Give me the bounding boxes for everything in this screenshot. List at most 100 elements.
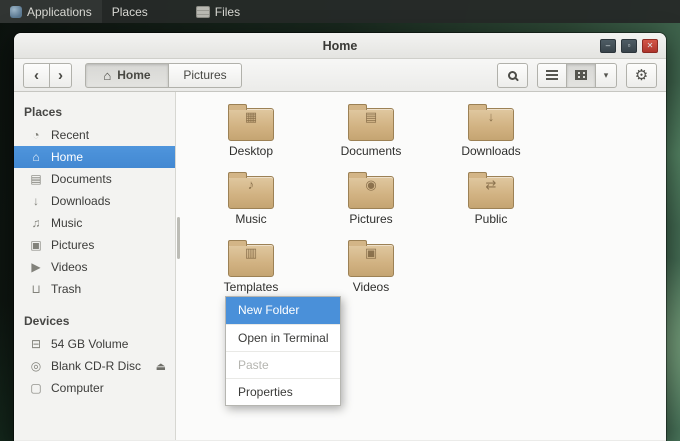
sidebar-heading-devices: Devices xyxy=(24,314,70,328)
files-icon xyxy=(195,5,210,18)
folder-templates[interactable]: ▥ Templates xyxy=(191,238,311,298)
folder-label: Desktop xyxy=(228,144,274,158)
sidebar-item-downloads[interactable]: ↓ Downloads xyxy=(14,190,175,212)
folder-downloads[interactable]: ↓ Downloads xyxy=(431,102,551,162)
sidebar-item-pictures[interactable]: ▣ Pictures xyxy=(14,234,175,256)
settings-button[interactable]: ⚙ xyxy=(626,62,657,88)
sidebar-item-music[interactable]: ♫ Music xyxy=(14,212,175,234)
sidebar-item-home[interactable]: ⌂ Home xyxy=(14,146,175,168)
optical-disc-icon: ◎ xyxy=(30,359,42,373)
list-view-button[interactable] xyxy=(537,62,567,88)
harddisk-icon: ⊟ xyxy=(30,337,42,351)
search-icon xyxy=(508,70,517,80)
folder-label: Videos xyxy=(352,280,390,294)
top-panel: Applications Places Files xyxy=(0,0,680,23)
gear-icon: ⚙ xyxy=(634,67,649,84)
close-button[interactable]: ✕ xyxy=(642,39,658,53)
window-title: Home xyxy=(322,39,358,53)
places-menu-label: Places xyxy=(111,4,148,19)
computer-icon: ▢ xyxy=(30,381,42,395)
folder-label: Downloads xyxy=(461,144,521,158)
breadcrumb-home-label: Home xyxy=(117,68,151,82)
chevron-down-icon: ▾ xyxy=(603,69,609,80)
folder-desktop[interactable]: ▦ Desktop xyxy=(191,102,311,162)
folder-label: Music xyxy=(235,212,267,226)
window-controls: – ▫ ✕ xyxy=(600,39,658,53)
files-window: Home – ▫ ✕ ‹ › ⌂ Home Pictures ▾ ⚙ Place… xyxy=(14,33,666,441)
toolbar: ‹ › ⌂ Home Pictures ▾ ⚙ xyxy=(14,59,666,92)
folder-documents[interactable]: ▤ Documents xyxy=(311,102,431,162)
documents-icon: ▤ xyxy=(30,172,42,186)
folder-public[interactable]: ⇄ Public xyxy=(431,170,551,230)
sidebar-heading-places: Places xyxy=(24,105,63,119)
sidebar-item-videos[interactable]: ▶ Videos xyxy=(14,256,175,278)
search-button[interactable] xyxy=(497,62,528,88)
sidebar-item-label: Computer xyxy=(51,381,104,395)
eject-icon[interactable]: ⏏ xyxy=(156,360,166,373)
sidebar-item-label: Blank CD-R Disc xyxy=(51,359,142,373)
home-icon: ⌂ xyxy=(103,67,112,83)
folder-icon: ♪ xyxy=(227,170,275,210)
folder-music[interactable]: ♪ Music xyxy=(191,170,311,230)
places-menu[interactable]: Places xyxy=(102,0,158,23)
menu-item-new-folder[interactable]: New Folder xyxy=(226,297,340,324)
applications-menu[interactable]: Applications xyxy=(0,0,102,23)
applications-icon xyxy=(10,5,22,18)
toolbar-right: ▾ ⚙ xyxy=(497,62,657,88)
sidebar-item-recent[interactable]: ◔ Recent xyxy=(14,124,175,146)
sidebar-item-computer[interactable]: ▢ Computer xyxy=(14,377,175,399)
active-app-indicator[interactable]: Files xyxy=(186,0,250,23)
folder-videos[interactable]: ▣ Videos xyxy=(311,238,431,298)
scrollbar-thumb[interactable] xyxy=(177,217,180,259)
music-icon: ♫ xyxy=(31,216,41,230)
sidebar-item-label: Trash xyxy=(51,282,82,296)
grid-view-icon xyxy=(575,70,587,80)
trash-icon: ⊔ xyxy=(31,282,41,296)
sidebar-item-label: Downloads xyxy=(51,194,111,208)
minimize-button[interactable]: – xyxy=(600,39,616,53)
files-grid: ▦ Desktop ▤ Documents ↓ Downloads ♪ Musi… xyxy=(191,102,666,298)
sidebar-item-label: Documents xyxy=(51,172,112,186)
menu-item-properties[interactable]: Properties xyxy=(226,378,340,405)
titlebar[interactable]: Home – ▫ ✕ xyxy=(14,33,666,59)
applications-menu-label: Applications xyxy=(27,4,92,19)
pictures-icon: ▣ xyxy=(30,238,42,252)
folder-icon: ▣ xyxy=(347,238,395,278)
menu-item-open-in-terminal[interactable]: Open in Terminal xyxy=(226,324,340,351)
breadcrumb: ⌂ Home Pictures xyxy=(85,62,242,88)
back-button[interactable]: ‹ xyxy=(23,62,50,88)
sidebar-item-blank-cdr-disc[interactable]: ◎ Blank CD-R Disc ⏏ xyxy=(14,355,175,377)
folder-icon: ▥ xyxy=(227,238,275,278)
home-icon: ⌂ xyxy=(32,150,40,164)
sidebar-item-label: Recent xyxy=(51,128,90,142)
context-menu: New Folder Open in Terminal Paste Proper… xyxy=(225,296,341,406)
recent-icon: ◔ xyxy=(32,128,40,142)
sidebar-item-trash[interactable]: ⊔ Trash xyxy=(14,278,175,300)
videos-icon: ▶ xyxy=(31,260,41,274)
sidebar-item-label: Home xyxy=(51,150,84,164)
folder-label: Public xyxy=(474,212,508,226)
sidebar: Places ◔ Recent ⌂ Home ▤ Documents ↓ Dow… xyxy=(14,92,176,440)
folder-label: Pictures xyxy=(349,212,393,226)
sidebar-item-label: Music xyxy=(51,216,83,230)
sidebar-item-documents[interactable]: ▤ Documents xyxy=(14,168,175,190)
sidebar-item-54gb-volume[interactable]: ⊟ 54 GB Volume xyxy=(14,333,175,355)
downloads-icon: ↓ xyxy=(33,194,39,208)
breadcrumb-home[interactable]: ⌂ Home xyxy=(85,62,169,88)
folder-icon: ▦ xyxy=(227,102,275,142)
list-view-icon xyxy=(546,70,558,80)
folder-label: Templates xyxy=(223,280,279,294)
folder-icon: ▤ xyxy=(347,102,395,142)
folder-icon: ◉ xyxy=(347,170,395,210)
maximize-button[interactable]: ▫ xyxy=(621,39,637,53)
folder-label: Documents xyxy=(340,144,402,158)
folder-pictures[interactable]: ◉ Pictures xyxy=(311,170,431,230)
breadcrumb-pictures[interactable]: Pictures xyxy=(168,62,242,88)
active-app-label: Files xyxy=(214,4,241,19)
forward-button[interactable]: › xyxy=(49,62,72,88)
view-switcher: ▾ xyxy=(537,62,617,88)
view-options-button[interactable]: ▾ xyxy=(595,62,617,88)
sidebar-item-label: Pictures xyxy=(51,238,95,252)
grid-view-button[interactable] xyxy=(566,62,596,88)
menu-item-paste[interactable]: Paste xyxy=(226,351,340,378)
